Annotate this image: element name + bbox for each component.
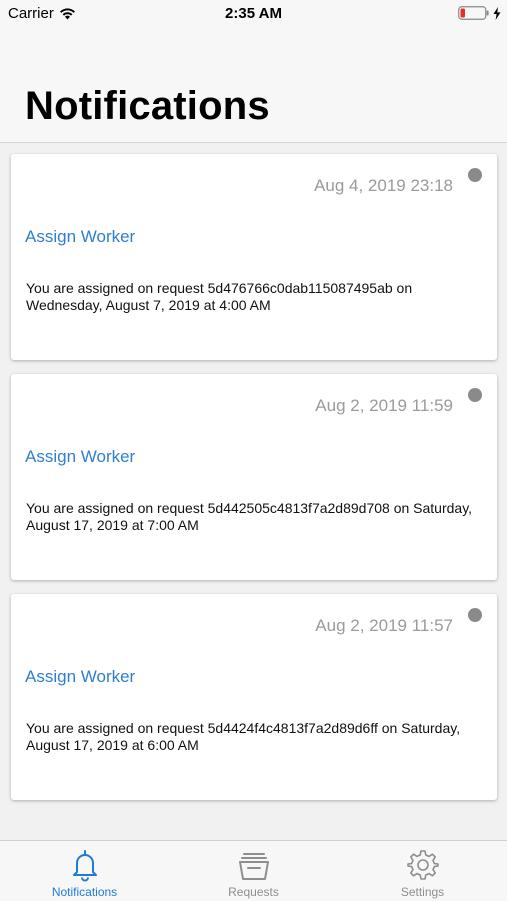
battery-low-icon	[458, 6, 489, 20]
tray-icon	[238, 853, 269, 880]
battery-indicator	[458, 6, 501, 20]
notification-title: Assign Worker	[25, 227, 136, 246]
tab-label: Requests	[228, 885, 279, 899]
notification-date: Aug 2, 2019 11:59	[315, 396, 453, 415]
tab-settings[interactable]: Settings	[338, 841, 507, 901]
notification-title: Assign Worker	[25, 667, 136, 686]
charging-bolt-icon	[493, 6, 501, 20]
notification-body: You are assigned on request 5d442505c481…	[26, 500, 473, 533]
tab-notifications[interactable]: Notifications	[0, 841, 169, 901]
notification-card[interactable]: Aug 2, 2019 11:59 Assign Worker You are …	[11, 374, 497, 580]
notification-date: Aug 2, 2019 11:57	[315, 616, 453, 635]
status-bar: Carrier 2:35 AM	[0, 0, 507, 28]
tab-label: Settings	[400, 885, 445, 899]
notification-title: Assign Worker	[25, 447, 136, 466]
tab-label: Notifications	[51, 885, 118, 899]
unread-dot-icon	[468, 608, 482, 622]
unread-dot-icon	[468, 388, 482, 402]
gear-icon	[406, 850, 439, 880]
notification-list[interactable]: Aug 4, 2019 23:18 Assign Worker You are …	[0, 143, 507, 840]
tab-requests[interactable]: Requests	[169, 841, 338, 901]
page-title: Notifications	[25, 84, 270, 128]
notification-date: Aug 4, 2019 23:18	[314, 176, 453, 195]
status-time: 2:35 AM	[225, 5, 282, 22]
unread-dot-icon	[468, 168, 482, 182]
notification-card[interactable]: Aug 2, 2019 11:57 Assign Worker You are …	[11, 594, 497, 800]
notification-body: You are assigned on request 5d4424f4c481…	[26, 720, 461, 753]
notification-card[interactable]: Aug 4, 2019 23:18 Assign Worker You are …	[11, 154, 497, 360]
notification-body: You are assigned on request 5d476766c0da…	[26, 280, 413, 313]
bell-icon	[72, 850, 97, 882]
tab-bar: Notifications Requests Settings	[0, 840, 507, 901]
navigation-header: Notifications	[0, 28, 507, 143]
